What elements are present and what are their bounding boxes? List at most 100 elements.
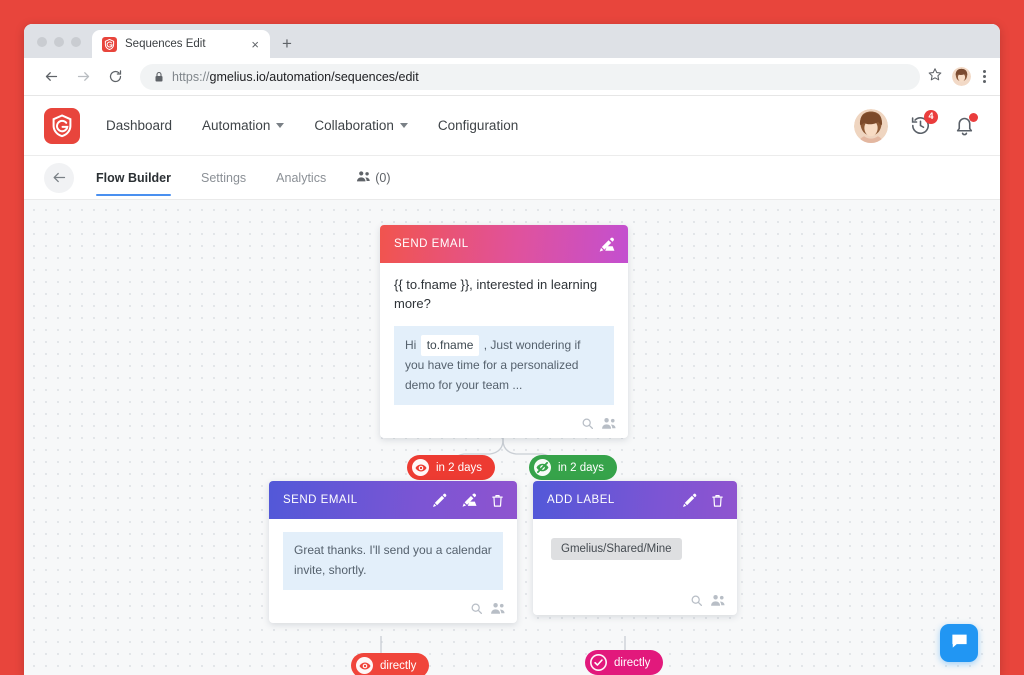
nav-label: Collaboration: [314, 118, 394, 133]
check-circle-icon: [590, 654, 607, 671]
tab-flow-builder[interactable]: Flow Builder: [96, 159, 171, 196]
pill-opened-directly[interactable]: directly: [351, 653, 430, 675]
chevron-down-icon: [276, 123, 285, 128]
nav-label: Automation: [202, 118, 271, 133]
preview-prefix: Hi: [405, 337, 417, 352]
people-icon: [356, 170, 372, 186]
node-send-email-followup[interactable]: SEND EMAIL Great thanks. I'll send you a…: [269, 481, 517, 623]
tab-analytics[interactable]: Analytics: [276, 159, 326, 196]
chevron-down-icon: [399, 123, 408, 128]
gmelius-logo-icon: [102, 36, 117, 52]
node-type-label: SEND EMAIL: [394, 238, 469, 250]
header-actions: 4: [854, 108, 978, 143]
pill-opened-in-2-days[interactable]: in 2 days: [407, 455, 496, 480]
node-header-actions: [682, 492, 725, 508]
url-input[interactable]: https://gmelius.io/automation/sequences/…: [140, 63, 920, 90]
new-tab-button[interactable]: +: [270, 35, 302, 58]
email-subject: {{ to.fname }}, interested in learning m…: [394, 277, 598, 311]
notification-badge: [969, 112, 978, 122]
people-icon[interactable]: [710, 594, 727, 607]
close-window-button[interactable]: [37, 37, 47, 47]
pill-label: in 2 days: [558, 461, 605, 474]
bell-icon-button[interactable]: [954, 112, 978, 137]
back-button[interactable]: [44, 162, 74, 193]
forward-arrow-icon[interactable]: [70, 64, 96, 90]
pill-not-opened-in-2-days[interactable]: in 2 days: [529, 455, 618, 480]
url-scheme: https://: [172, 69, 210, 84]
email-preview: Hi to.fname , Just wondering if you have…: [394, 325, 614, 406]
node-header: ADD LABEL: [533, 481, 737, 519]
search-icon[interactable]: [470, 602, 483, 615]
people-icon[interactable]: [601, 417, 618, 430]
node-body: Great thanks. I'll send you a calendar i…: [269, 519, 517, 596]
lock-icon: [154, 71, 164, 83]
node-add-label[interactable]: ADD LABEL Gmelius/Shared/Mine: [533, 481, 737, 615]
history-badge: 4: [924, 109, 938, 124]
node-footer: [380, 411, 628, 438]
magic-pencil-icon[interactable]: [460, 491, 478, 509]
browser-profile-avatar[interactable]: [952, 67, 971, 86]
nav-item-automation[interactable]: Automation: [202, 118, 285, 133]
eye-slash-icon: [534, 459, 551, 476]
pill-completed-directly[interactable]: directly: [585, 650, 664, 675]
window-traffic-lights: [24, 37, 92, 58]
minimize-window-button[interactable]: [54, 37, 64, 47]
pencil-icon[interactable]: [682, 492, 698, 508]
user-avatar[interactable]: [854, 108, 888, 143]
node-header: SEND EMAIL: [269, 481, 517, 519]
trash-icon[interactable]: [490, 493, 505, 508]
node-footer: [533, 588, 737, 615]
chat-bubble-icon: [950, 631, 969, 655]
search-icon[interactable]: [690, 594, 703, 607]
gmelius-logo-icon[interactable]: [44, 107, 80, 144]
magic-pencil-icon[interactable]: [597, 235, 616, 254]
trash-icon[interactable]: [710, 493, 725, 508]
pill-label: directly: [380, 659, 417, 672]
app-header: Dashboard Automation Collaboration Confi…: [24, 96, 1000, 156]
url-text: https://gmelius.io/automation/sequences/…: [172, 70, 419, 84]
node-body: Gmelius/Shared/Mine: [533, 519, 737, 588]
bookmark-star-icon[interactable]: [928, 67, 942, 86]
flow-builder-canvas[interactable]: SEND EMAIL {{ to.fname }}, interested in…: [24, 200, 1000, 675]
browser-address-bar: https://gmelius.io/automation/sequences/…: [24, 58, 1000, 96]
chat-support-button[interactable]: [940, 624, 978, 662]
node-header-actions: [597, 235, 616, 254]
search-icon[interactable]: [581, 417, 594, 430]
browser-tab[interactable]: Sequences Edit ×: [92, 30, 270, 58]
pill-label: in 2 days: [436, 461, 483, 474]
nav-label: Configuration: [437, 118, 519, 133]
node-body: {{ to.fname }}, interested in learning m…: [380, 263, 628, 411]
node-type-label: ADD LABEL: [547, 494, 615, 506]
collaborators-indicator[interactable]: (0): [356, 170, 390, 186]
back-arrow-icon[interactable]: [38, 64, 64, 90]
node-type-label: SEND EMAIL: [283, 494, 358, 506]
merge-token-chip: to.fname: [420, 334, 480, 357]
people-icon[interactable]: [490, 602, 507, 615]
node-send-email-root[interactable]: SEND EMAIL {{ to.fname }}, interested in…: [380, 225, 628, 439]
email-preview: Great thanks. I'll send you a calendar i…: [283, 532, 503, 590]
history-icon-button[interactable]: 4: [910, 109, 938, 137]
tab-settings[interactable]: Settings: [201, 159, 246, 196]
maximize-window-button[interactable]: [71, 37, 81, 47]
browser-tab-title: Sequences Edit: [125, 38, 206, 50]
reload-icon[interactable]: [102, 64, 128, 90]
label-chip: Gmelius/Shared/Mine: [551, 538, 682, 560]
node-header-actions: [432, 491, 505, 509]
pencil-icon[interactable]: [432, 492, 448, 508]
kebab-menu-icon[interactable]: [981, 70, 988, 83]
node-header: SEND EMAIL: [380, 225, 628, 263]
nav-item-dashboard[interactable]: Dashboard: [106, 118, 172, 133]
collaborators-count: (0): [375, 170, 391, 185]
pill-label: directly: [614, 656, 651, 669]
nav-item-collaboration[interactable]: Collaboration: [314, 118, 408, 133]
omnibox-actions: [928, 67, 988, 86]
main-navigation: Dashboard Automation Collaboration Confi…: [106, 118, 854, 133]
browser-tab-strip: Sequences Edit × +: [24, 24, 1000, 58]
close-tab-icon[interactable]: ×: [248, 38, 262, 51]
sub-navigation: Flow Builder Settings Analytics (0): [24, 156, 1000, 200]
nav-label: Dashboard: [106, 118, 173, 133]
eye-icon: [356, 657, 373, 674]
url-path: gmelius.io/automation/sequences/edit: [209, 69, 419, 84]
eye-icon: [412, 459, 429, 476]
nav-item-configuration[interactable]: Configuration: [438, 118, 518, 133]
